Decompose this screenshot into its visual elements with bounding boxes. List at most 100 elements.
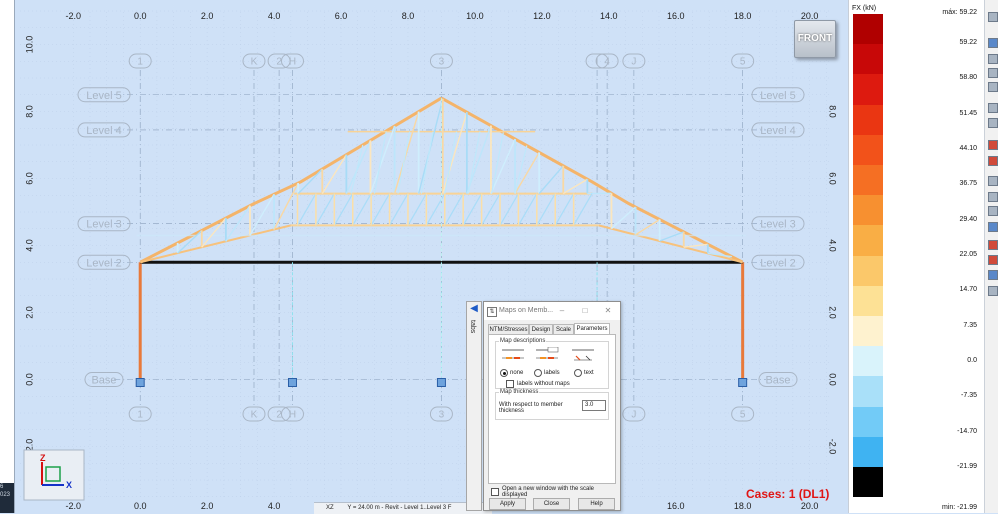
toolbar-table-icon[interactable]: [988, 176, 998, 186]
level-label-left: Level 3: [86, 219, 121, 231]
web-diagonal: [660, 232, 684, 241]
close-icon[interactable]: ✕: [602, 305, 614, 317]
color-scale-legend: FX (kN) máx: 59.2259.2258.8051.4544.1036…: [848, 0, 985, 513]
legend-swatch: [853, 346, 883, 376]
inner-web: [482, 194, 500, 226]
toolbar-info-icon[interactable]: [988, 12, 998, 22]
x-axis-tick-top: 16.0: [667, 11, 685, 21]
inner-web: [518, 194, 536, 226]
inner-web: [445, 194, 463, 226]
inner-web: [426, 194, 444, 226]
left-edge-panel: 6 023: [0, 0, 15, 513]
map-descriptions-group: Map descriptions none labels text labels…: [495, 341, 609, 389]
y-axis-tick-right: 0.0: [828, 373, 838, 386]
legend-swatch: [853, 467, 883, 497]
level-label-left: Base: [91, 375, 116, 387]
legend-tick: 58.80: [959, 74, 977, 81]
help-button[interactable]: Help: [578, 498, 615, 510]
toolbar-view-icon[interactable]: [988, 38, 998, 48]
x-axis-tick-top: 12.0: [533, 11, 551, 21]
peak-web: [492, 133, 504, 194]
grid-bubble-top-label: 1: [137, 57, 143, 68]
open-new-window-checkbox[interactable]: Open a new window with the scale display…: [491, 486, 620, 498]
radio-none[interactable]: none: [500, 369, 523, 377]
toolbar-section-icon[interactable]: [988, 54, 998, 64]
x-axis-tick-bottom: 2.0: [201, 501, 214, 511]
legend-tick: 29.40: [959, 216, 977, 223]
thickness-caption: With respect to member thickness: [499, 402, 567, 414]
toolbar-grid-icon[interactable]: [988, 192, 998, 202]
radio-text[interactable]: text: [574, 369, 594, 377]
legend-swatch: [853, 376, 883, 406]
collapse-arrow-icon[interactable]: ◀: [468, 304, 480, 314]
peak-web: [421, 132, 433, 194]
web-diagonal: [684, 244, 708, 247]
labels-without-maps-checkbox[interactable]: labels without maps: [506, 380, 570, 388]
y-axis-tick-left: 6.0: [24, 172, 34, 185]
z-axis-label: Z: [40, 453, 46, 463]
grid-bubble-bottom-label: 1: [137, 410, 143, 421]
inner-web: [408, 194, 426, 226]
toolbar-diagram-icon[interactable]: [988, 255, 998, 265]
inner-web: [390, 194, 408, 226]
toolbar-layout-icon[interactable]: [988, 206, 998, 216]
level-label-right: Level 3: [760, 219, 795, 231]
maps-on-members-dialog[interactable]: ⇅ Maps on Memb... – □ ✕ NTM/Stresses Des…: [483, 301, 621, 511]
radio-none-dot[interactable]: [500, 369, 508, 377]
web-diagonal: [539, 166, 563, 194]
x-axis-tick-bottom: 16.0: [667, 501, 685, 511]
toolbar-map-icon[interactable]: [988, 240, 998, 250]
radio-labels[interactable]: labels: [534, 369, 560, 377]
toolbar-settings-icon[interactable]: [988, 286, 998, 296]
toolbar-member-icon[interactable]: [988, 68, 998, 78]
structure-drawing[interactable]: -2.0-2.00.00.02.02.04.04.06.06.08.08.010…: [14, 0, 848, 513]
dialog-tabs: NTM/Stresses Design Scale Parameters: [488, 323, 616, 334]
app-icon: ⇅: [487, 307, 497, 317]
legend-swatch: [853, 74, 883, 104]
radio-text-dot[interactable]: [574, 369, 582, 377]
toolbar-support-icon[interactable]: [988, 103, 998, 113]
maximize-icon[interactable]: □: [579, 305, 591, 317]
grid-bubble-bottom-label: H: [289, 410, 296, 421]
level-label-left: Level 5: [86, 90, 121, 102]
y-axis-tick-right: -2.0: [828, 439, 838, 455]
web-diagonal: [636, 219, 660, 234]
toolbar-results-icon[interactable]: [988, 222, 998, 232]
inner-web: [555, 194, 573, 226]
front-view-cube[interactable]: FRONT: [794, 20, 836, 58]
tabs-strip-label: tabs: [469, 320, 476, 333]
level-label-left: Level 4: [86, 125, 121, 137]
x-axis-label: X: [66, 480, 72, 490]
close-button[interactable]: Close: [533, 498, 570, 510]
inner-web: [463, 194, 481, 226]
map-thickness-group: Map thickness With respect to member thi…: [495, 392, 609, 420]
thickness-input[interactable]: 3.0: [582, 400, 606, 411]
x-axis-tick-bottom: -2.0: [66, 501, 82, 511]
tabs-strip[interactable]: ◀ tabs: [466, 301, 482, 511]
legend-swatch: [853, 14, 883, 44]
legend-tick: 7.35: [963, 322, 977, 329]
toolbar-node-icon[interactable]: [988, 82, 998, 92]
inner-web: [316, 194, 334, 226]
x-axis-tick-top: 18.0: [734, 11, 752, 21]
grid-bubble-bottom-label: 5: [740, 410, 746, 421]
dialog-titlebar[interactable]: ⇅ Maps on Memb... – □ ✕: [484, 302, 620, 320]
grid-bubble-top-label: J: [631, 57, 636, 68]
apply-button[interactable]: Apply: [489, 498, 526, 510]
radio-labels-dot[interactable]: [534, 369, 542, 377]
level-label-right: Level 2: [760, 257, 795, 269]
preview-none-icon: [502, 350, 524, 358]
toolbar-report-icon[interactable]: [988, 270, 998, 280]
toolbar-release-icon[interactable]: [988, 118, 998, 128]
peak-web: [515, 146, 527, 194]
minimize-icon[interactable]: –: [556, 305, 568, 317]
toolbar-combo-icon[interactable]: [988, 156, 998, 166]
inner-web: [298, 194, 316, 226]
dialog-title: Maps on Memb...: [499, 307, 553, 314]
inner-web: [574, 194, 592, 226]
structure-view-canvas[interactable]: -2.0-2.00.00.02.02.04.04.06.06.08.08.010…: [14, 0, 848, 513]
legend-max-label: máx: 59.22: [942, 9, 977, 16]
peak-web: [374, 132, 386, 194]
toolbar-load-icon[interactable]: [988, 140, 998, 150]
y-axis-tick-right: 2.0: [828, 306, 838, 319]
